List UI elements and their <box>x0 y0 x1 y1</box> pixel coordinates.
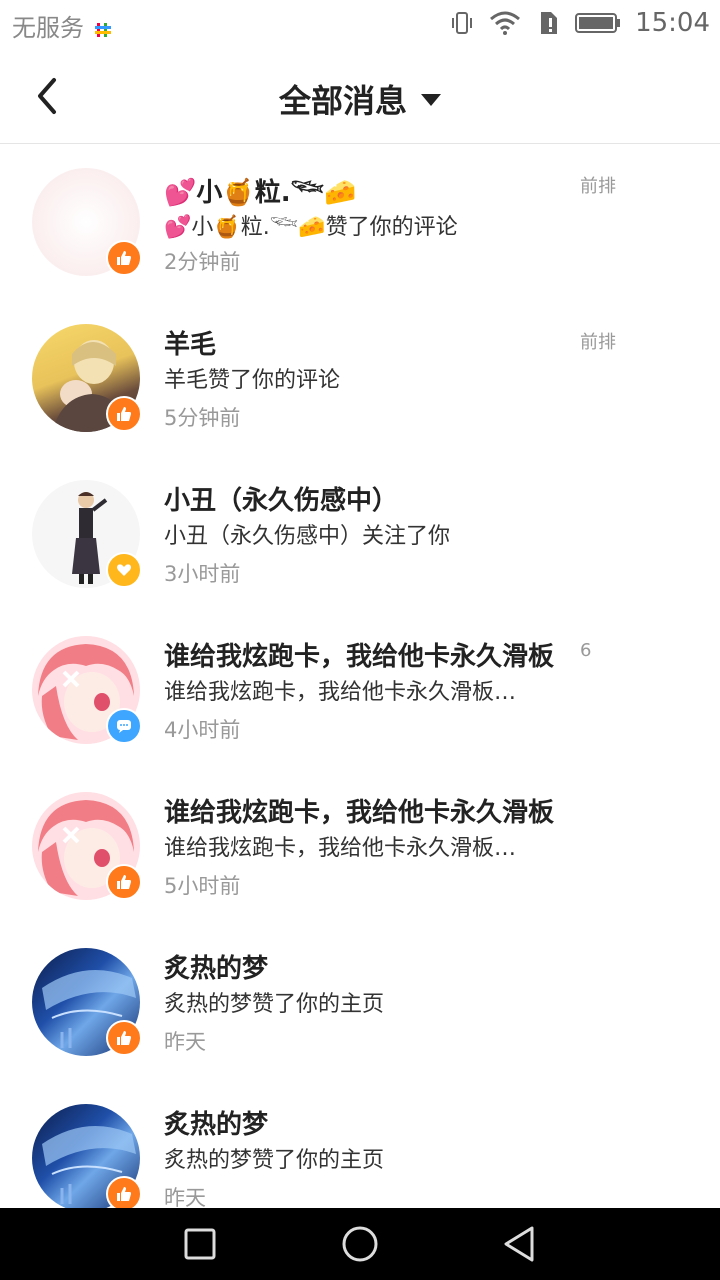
wifi-icon <box>489 10 521 36</box>
message-time: 5分钟前 <box>164 406 241 430</box>
carrier-label: 无服务 <box>12 14 84 42</box>
caret-down-icon <box>421 94 441 106</box>
sender-name: 羊毛 <box>164 330 217 360</box>
message-tag: 前排 <box>580 176 616 197</box>
message-row[interactable]: 谁给我炫跑卡，我给他卡永久滑板 谁给我炫跑卡，我给他卡永久滑板… 4小时前 6 <box>0 612 720 768</box>
vibrate-icon <box>449 10 475 36</box>
back-nav-button[interactable] <box>498 1222 542 1266</box>
message-tag: 前排 <box>580 332 616 353</box>
sender-name: 谁给我炫跑卡，我给他卡永久滑板 <box>164 642 554 672</box>
message-row[interactable]: 💕小🍯粒.𓆝🧀 💕小🍯粒.𓆝🧀赞了你的评论 2分钟前 前排 <box>0 144 720 300</box>
sender-name: 小丑（永久伤感中） <box>164 486 399 516</box>
like-icon <box>106 1020 142 1056</box>
message-text: 谁给我炫跑卡，我给他卡永久滑板… <box>164 680 517 705</box>
home-button[interactable] <box>338 1222 382 1266</box>
sim-alert-icon <box>535 10 561 36</box>
recents-button[interactable] <box>178 1222 222 1266</box>
message-row[interactable]: 炙热的梦 炙热的梦赞了你的主页 昨天 <box>0 1080 720 1208</box>
like-icon <box>106 240 142 276</box>
message-tag: 6 <box>580 640 592 661</box>
message-text: 💕小🍯粒.𓆝🧀赞了你的评论 <box>164 215 458 240</box>
message-text: 羊毛赞了你的评论 <box>164 368 341 393</box>
clock: 15:04 <box>635 8 710 38</box>
message-filter-dropdown[interactable]: 全部消息 <box>0 76 720 122</box>
message-list[interactable]: 💕小🍯粒.𓆝🧀 💕小🍯粒.𓆝🧀赞了你的评论 2分钟前 前排 羊毛 羊毛赞了你的评… <box>0 144 720 1208</box>
message-row[interactable]: 小丑（永久伤感中） 小丑（永久伤感中）关注了你 3小时前 <box>0 456 720 612</box>
like-icon <box>106 396 142 432</box>
message-time: 3小时前 <box>164 562 241 586</box>
message-text: 小丑（永久伤感中）关注了你 <box>164 524 451 549</box>
message-time: 昨天 <box>164 1186 206 1208</box>
message-time: 4小时前 <box>164 718 241 742</box>
comment-icon <box>106 708 142 744</box>
message-row[interactable]: 谁给我炫跑卡，我给他卡永久滑板 谁给我炫跑卡，我给他卡永久滑板… 5小时前 <box>0 768 720 924</box>
message-text: 炙热的梦赞了你的主页 <box>164 1148 385 1173</box>
page-title: 全部消息 <box>278 82 407 120</box>
heart-icon <box>106 552 142 588</box>
sender-name: 炙热的梦 <box>164 1110 269 1140</box>
like-icon <box>106 864 142 900</box>
message-row[interactable]: 羊毛 羊毛赞了你的评论 5分钟前 前排 <box>0 300 720 456</box>
message-time: 5小时前 <box>164 874 241 898</box>
message-text: 谁给我炫跑卡，我给他卡永久滑板… <box>164 836 517 861</box>
message-text: 炙热的梦赞了你的主页 <box>164 992 385 1017</box>
app-notification-icon <box>94 17 112 37</box>
navigation-bar <box>0 1208 720 1280</box>
message-row[interactable]: 炙热的梦 炙热的梦赞了你的主页 昨天 <box>0 924 720 1080</box>
message-time: 昨天 <box>164 1030 206 1054</box>
sender-name: 💕小🍯粒.𓆝🧀 <box>164 178 357 208</box>
battery-icon <box>575 11 621 35</box>
sender-name: 谁给我炫跑卡，我给他卡永久滑板 <box>164 798 554 828</box>
sender-name: 炙热的梦 <box>164 954 269 984</box>
status-bar: 无服务 15:04 <box>0 0 720 50</box>
like-icon <box>106 1176 142 1208</box>
message-time: 2分钟前 <box>164 250 241 274</box>
header: 全部消息 <box>0 50 720 144</box>
